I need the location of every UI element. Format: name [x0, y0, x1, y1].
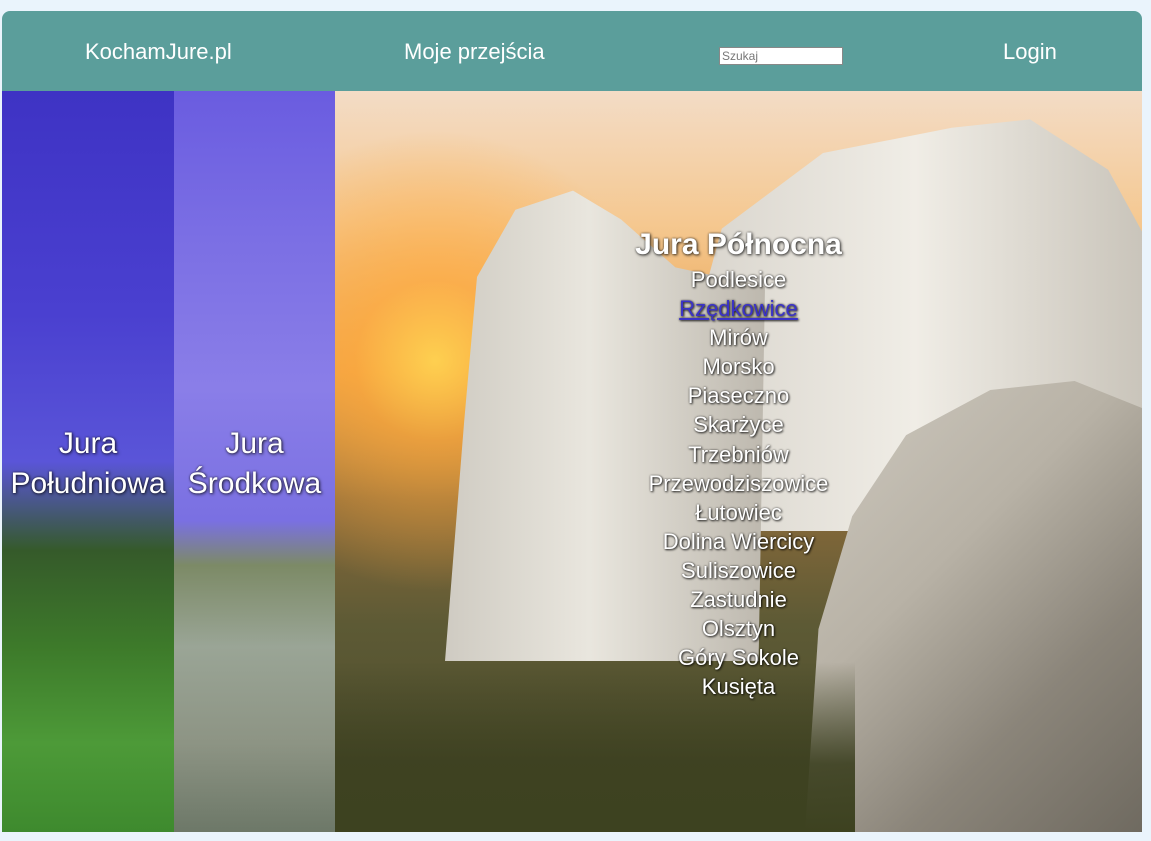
climbing-area-link[interactable]: Morsko [335, 352, 1142, 381]
climbing-area-link[interactable]: Rzędkowice [335, 294, 1142, 323]
top-navigation-bar: KochamJure.pl Moje przejścia Login [2, 11, 1142, 91]
climbing-area-link[interactable]: Dolina Wiercicy [335, 527, 1142, 556]
climbing-area-link[interactable]: Trzebniów [335, 440, 1142, 469]
my-climbs-link[interactable]: Moje przejścia [404, 39, 545, 65]
region-label-south-line2: Południowa [10, 467, 166, 500]
brand-link[interactable]: KochamJure.pl [85, 39, 232, 65]
region-label-south: Jura Południowa [2, 424, 174, 504]
climbing-area-link[interactable]: Podlesice [335, 265, 1142, 294]
climbing-area-link[interactable]: Kusięta [335, 672, 1142, 701]
climbing-area-link[interactable]: Mirów [335, 323, 1142, 352]
login-link[interactable]: Login [1003, 39, 1057, 65]
climbing-area-link[interactable]: Suliszowice [335, 556, 1142, 585]
region-panel-north: Jura Północna Podlesice Rzędkowice Mirów Mo… [335, 91, 1142, 832]
region-label-central-line2: Środkowa [187, 467, 322, 500]
climbing-area-link[interactable]: Zastudnie [335, 585, 1142, 614]
search-input[interactable] [719, 47, 843, 65]
region-label-south-line1: Jura [58, 427, 118, 460]
climbing-area-link[interactable]: Olsztyn [335, 614, 1142, 643]
region-label-central-line1: Jura [225, 427, 284, 460]
climbing-area-link[interactable]: Skarżyce [335, 410, 1142, 439]
climbing-area-link[interactable]: Piaseczno [335, 381, 1142, 410]
region-panel-central[interactable]: Jura Środkowa [174, 91, 335, 832]
climbing-area-link[interactable]: Łutowiec [335, 498, 1142, 527]
page-frame: KochamJure.pl Moje przejścia Login Jura … [2, 11, 1142, 832]
climbing-area-list: Podlesice Rzędkowice Mirów Morsko Piaseczno S… [335, 265, 1142, 701]
climbing-area-link[interactable]: Przewodziszowice [335, 469, 1142, 498]
region-panel-south[interactable]: Jura Południowa [2, 91, 174, 832]
climbing-area-link[interactable]: Góry Sokole [335, 643, 1142, 672]
region-title-north[interactable]: Jura Północna [335, 227, 1142, 263]
region-label-central: Jura Środkowa [174, 424, 335, 504]
